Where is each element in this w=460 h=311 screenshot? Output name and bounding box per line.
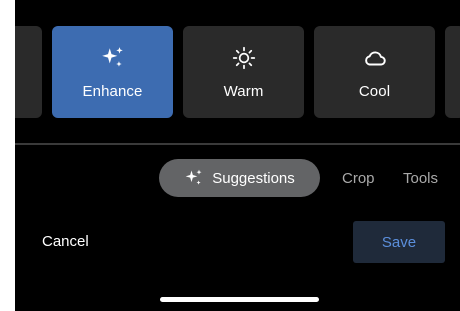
filter-label-enhance: Enhance bbox=[82, 82, 143, 100]
filter-tile-enhance[interactable]: Enhance bbox=[52, 26, 173, 118]
divider bbox=[15, 143, 460, 145]
filter-tile-previous[interactable] bbox=[15, 26, 42, 118]
filter-label-warm: Warm bbox=[223, 82, 264, 100]
filter-label-cool: Cool bbox=[358, 82, 391, 100]
filter-tile-cool[interactable]: Cool bbox=[314, 26, 435, 118]
editor-tabs: Suggestions Crop Tools bbox=[15, 159, 460, 197]
cloud-icon bbox=[362, 45, 388, 71]
sparkle-icon bbox=[184, 168, 204, 188]
photo-editor-screen: Enhance Warm Cool Suggestions Crop Tools… bbox=[15, 0, 460, 311]
tab-suggestions-label: Suggestions bbox=[212, 169, 295, 187]
cancel-button[interactable]: Cancel bbox=[42, 233, 89, 250]
home-indicator[interactable] bbox=[160, 297, 319, 302]
save-button[interactable]: Save bbox=[353, 221, 445, 263]
sparkle-icon bbox=[100, 45, 126, 71]
tab-tools[interactable]: Tools bbox=[403, 159, 438, 197]
tab-crop[interactable]: Crop bbox=[342, 159, 375, 197]
tab-suggestions[interactable]: Suggestions bbox=[159, 159, 320, 197]
sun-icon bbox=[231, 45, 257, 71]
filter-tile-next[interactable] bbox=[445, 26, 460, 118]
filter-tile-warm[interactable]: Warm bbox=[183, 26, 304, 118]
